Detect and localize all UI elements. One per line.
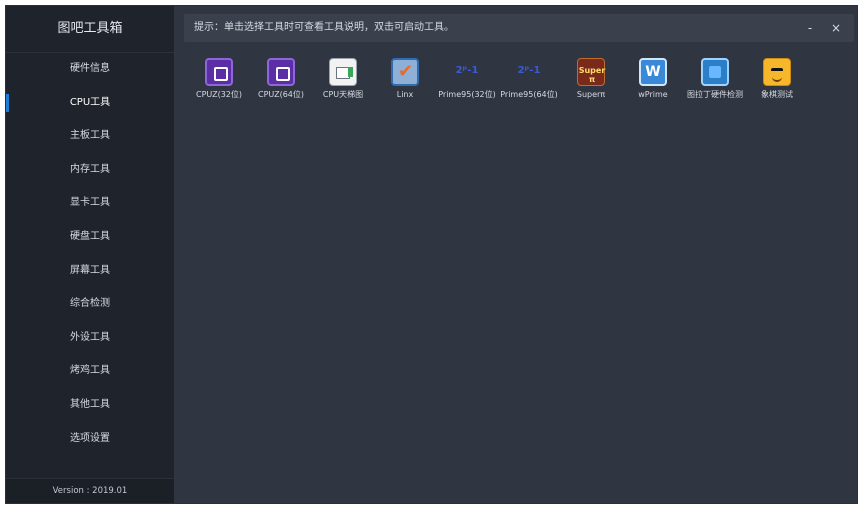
tool-label: 象棋测试 — [761, 90, 793, 99]
tool-label: Prime95(64位) — [500, 90, 558, 99]
cpu-ladder-icon — [329, 58, 357, 86]
tool-cpuz-64[interactable]: CPUZ(64位) — [250, 58, 312, 100]
cpuz-icon — [267, 58, 295, 86]
prime95-icon: 2ᵖ-1 — [453, 58, 481, 86]
app-window: 图吧工具箱 硬件信息 CPU工具 主板工具 内存工具 显卡工具 硬盘工具 屏幕工… — [5, 5, 858, 504]
sidebar-item-memory-tools[interactable]: 内存工具 — [6, 153, 174, 187]
prime95-icon-text: 2ᵖ-1 — [455, 65, 479, 76]
tool-label: Linx — [396, 90, 414, 99]
tool-wprime[interactable]: W wPrime — [622, 58, 684, 100]
sidebar-item-hardware-info[interactable]: 硬件信息 — [6, 52, 174, 86]
sidebar-item-comprehensive-test[interactable]: 综合检测 — [6, 287, 174, 321]
sidebar-item-disk-tools[interactable]: 硬盘工具 — [6, 220, 174, 254]
app-title: 图吧工具箱 — [6, 6, 174, 53]
superpi-icon-text: Super π — [578, 66, 606, 84]
sidebar-item-screen-tools[interactable]: 屏幕工具 — [6, 254, 174, 288]
prime95-icon: 2ᵖ-1 — [515, 58, 543, 86]
tool-prime95-64[interactable]: 2ᵖ-1 Prime95(64位) — [498, 58, 560, 100]
chess-test-icon — [763, 58, 791, 86]
sidebar-item-gpu-tools[interactable]: 显卡工具 — [6, 186, 174, 220]
tool-grid: CPUZ(32位) CPUZ(64位) CPU天梯图 Linx 2ᵖ-1 Pri… — [184, 58, 854, 138]
nav-list: 硬件信息 CPU工具 主板工具 内存工具 显卡工具 硬盘工具 屏幕工具 综合检测… — [6, 52, 174, 455]
sidebar: 图吧工具箱 硬件信息 CPU工具 主板工具 内存工具 显卡工具 硬盘工具 屏幕工… — [6, 6, 174, 503]
cpuz-icon — [205, 58, 233, 86]
wprime-icon: W — [639, 58, 667, 86]
sidebar-item-peripheral-tools[interactable]: 外设工具 — [6, 321, 174, 355]
tool-hardware-detect[interactable]: 图拉丁硬件检测 — [684, 58, 746, 100]
sidebar-item-motherboard-tools[interactable]: 主板工具 — [6, 119, 174, 153]
tool-superpi[interactable]: Super π Superπ — [560, 58, 622, 100]
tool-cpu-ladder[interactable]: CPU天梯图 — [312, 58, 374, 100]
hint-text: 提示：单击选择工具时可查看工具说明，双击可启动工具。 — [194, 22, 454, 33]
tool-label: wPrime — [638, 90, 668, 99]
tool-label: CPU天梯图 — [322, 90, 364, 99]
linx-icon — [391, 58, 419, 86]
sidebar-item-settings[interactable]: 选项设置 — [6, 422, 174, 456]
hardware-detect-icon — [701, 58, 729, 86]
hint-bar: 提示：单击选择工具时可查看工具说明，双击可启动工具。 - × — [184, 14, 854, 42]
prime95-icon-text: 2ᵖ-1 — [517, 65, 541, 76]
superpi-icon: Super π — [577, 58, 605, 86]
tool-linx[interactable]: Linx — [374, 58, 436, 100]
tool-chess-test[interactable]: 象棋测试 — [746, 58, 808, 100]
tool-label: CPUZ(32位) — [195, 90, 243, 99]
tool-label: Superπ — [576, 90, 606, 99]
tool-prime95-32[interactable]: 2ᵖ-1 Prime95(32位) — [436, 58, 498, 100]
tool-label: Prime95(32位) — [438, 90, 496, 99]
tool-label: CPUZ(64位) — [257, 90, 305, 99]
sidebar-item-stress-tools[interactable]: 烤鸡工具 — [6, 354, 174, 388]
version-label: Version : 2019.01 — [6, 478, 174, 503]
wprime-icon-text: W — [645, 64, 661, 80]
tool-label: 图拉丁硬件检测 — [687, 90, 743, 99]
tool-cpuz-32[interactable]: CPUZ(32位) — [188, 58, 250, 100]
minimize-button[interactable]: - — [798, 14, 822, 42]
sidebar-item-cpu-tools[interactable]: CPU工具 — [6, 86, 174, 120]
sidebar-item-other-tools[interactable]: 其他工具 — [6, 388, 174, 422]
close-button[interactable]: × — [824, 14, 848, 42]
